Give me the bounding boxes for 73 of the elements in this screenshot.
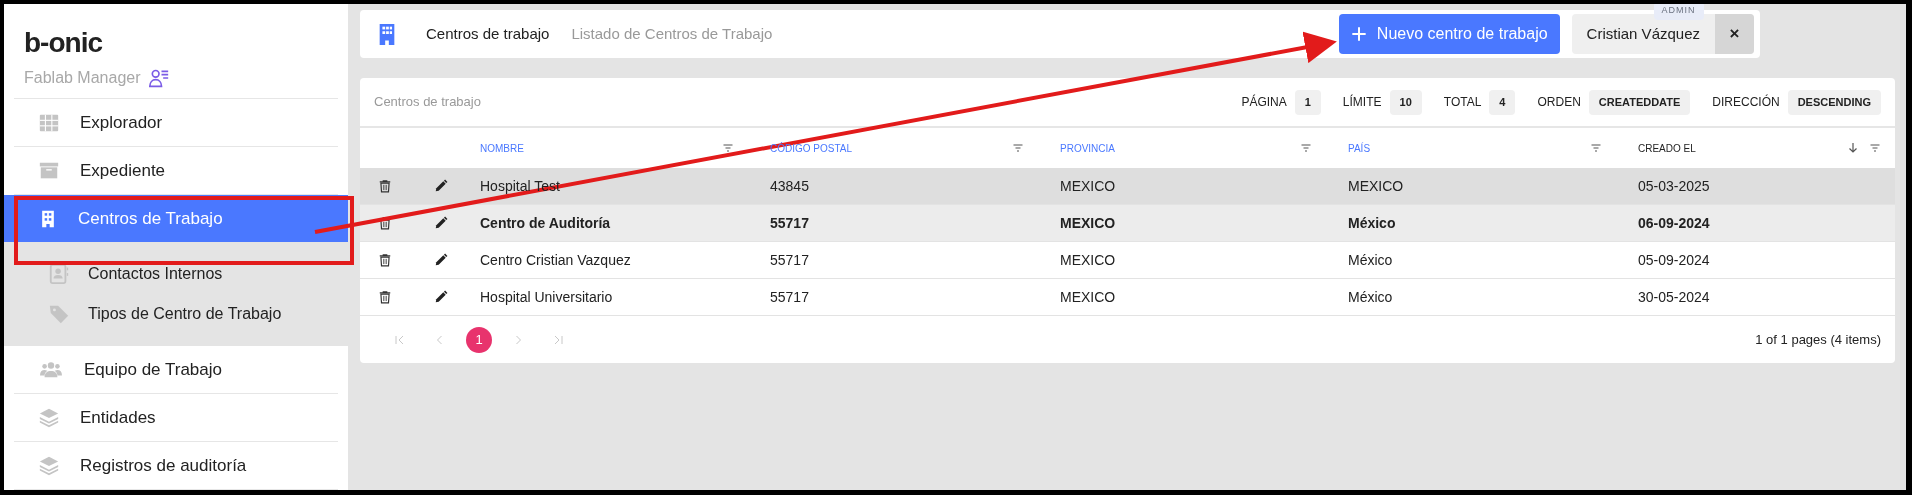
layers-icon (38, 454, 60, 477)
last-page-icon (552, 333, 564, 346)
column-header[interactable]: CREADO EL (1638, 140, 1696, 156)
table-cell: México (1348, 215, 1396, 231)
first-page-icon (394, 333, 406, 346)
table-cell: 43845 (770, 178, 809, 194)
table-cell: 05-03-2025 (1638, 178, 1710, 194)
meta-label: ORDEN (1537, 94, 1581, 111)
table-cell: MEXICO (1060, 178, 1116, 194)
table-cell: MEXICO (1348, 178, 1404, 194)
page-button[interactable]: 1 (466, 326, 492, 353)
meta-value: 10 (1389, 89, 1422, 115)
tag-icon (48, 303, 70, 325)
meta-label: PÁGINA (1241, 93, 1287, 111)
plus-icon (1350, 26, 1367, 42)
table-title: Centros de trabajo (374, 93, 481, 112)
user-name: Cristian Vázquez (1585, 23, 1701, 44)
sidebar-item[interactable]: Entidades (14, 394, 338, 442)
meta-value: CREATEDDATE (1588, 89, 1691, 115)
role-badge: ADMIN (1653, 4, 1704, 20)
table-row[interactable]: Centro de Auditoría 55717 MEXICO México 06-09-2024 (360, 205, 1895, 242)
app-subtitle: Fablab Manager (24, 68, 141, 88)
sidebar-subitem[interactable]: Contactos Internos (4, 254, 348, 294)
table-cell: MEXICO (1060, 252, 1116, 268)
filter-icon (1590, 142, 1602, 154)
table-cell: Hospital Universitario (480, 289, 613, 305)
filter-icon (1300, 142, 1312, 154)
meta-value: 4 (1489, 89, 1516, 115)
table-cell: 30-05-2024 (1638, 289, 1710, 305)
table-cell: Centro Cristian Vazquez (480, 252, 631, 268)
column-header[interactable]: CÓDIGO POSTAL (770, 140, 853, 156)
meta-value: DESCENDING (1787, 89, 1881, 115)
table-cell: 06-09-2024 (1638, 215, 1710, 231)
pencil-icon (434, 290, 448, 304)
pencil-icon (434, 179, 448, 193)
brand-logo: b-onic (24, 26, 102, 60)
column-header[interactable]: PROVINCIA (1060, 140, 1115, 156)
sidebar-subitem[interactable]: Tipos de Centro de Trabajo (4, 294, 348, 334)
filter-icon (722, 142, 734, 154)
meta-label: DIRECCIÓN (1712, 93, 1780, 111)
filter-icon (1869, 142, 1881, 154)
sidebar-item[interactable]: Registros de auditoría (14, 442, 338, 490)
new-center-button[interactable]: Nuevo centro de trabajo (1338, 14, 1560, 54)
page-title: Centros de trabajo (426, 23, 550, 44)
table-cell: 05-09-2024 (1638, 252, 1710, 268)
sidebar-item[interactable]: Equipo de Trabajo (14, 346, 338, 394)
trash-icon (378, 179, 392, 193)
table-cell: México (1348, 289, 1393, 305)
filter-icon (1012, 142, 1024, 154)
column-header[interactable]: PAÍS (1348, 140, 1371, 156)
user-list-icon (148, 68, 169, 88)
table-cell: 55717 (770, 252, 809, 268)
pagination-summary: 1 of 1 pages (4 items) (1755, 330, 1881, 349)
table-cell: 55717 (770, 289, 809, 305)
close-button[interactable]: × (1715, 14, 1754, 54)
meta-value: 1 (1294, 89, 1321, 115)
table-cell: México (1348, 252, 1393, 268)
table-cell: Centro de Auditoría (480, 215, 611, 231)
meta-label: TOTAL (1443, 94, 1482, 111)
table-cell: MEXICO (1060, 215, 1116, 231)
contact-card-icon (48, 263, 70, 285)
pencil-icon (434, 253, 448, 267)
column-header[interactable]: NOMBRE (480, 140, 524, 156)
table-cell: MEXICO (1060, 289, 1116, 305)
meta-label: LÍMITE (1342, 93, 1382, 111)
page-subtitle: Listado de Centros de Trabajo (571, 23, 773, 44)
pencil-icon (434, 216, 448, 230)
layers-icon (38, 406, 60, 429)
trash-icon (378, 290, 392, 304)
sidebar-item[interactable]: Explorador (14, 99, 338, 147)
trash-icon (378, 253, 392, 267)
sidebar-item[interactable]: Centros de Trabajo (4, 195, 348, 242)
table-cell: 55717 (770, 215, 809, 231)
